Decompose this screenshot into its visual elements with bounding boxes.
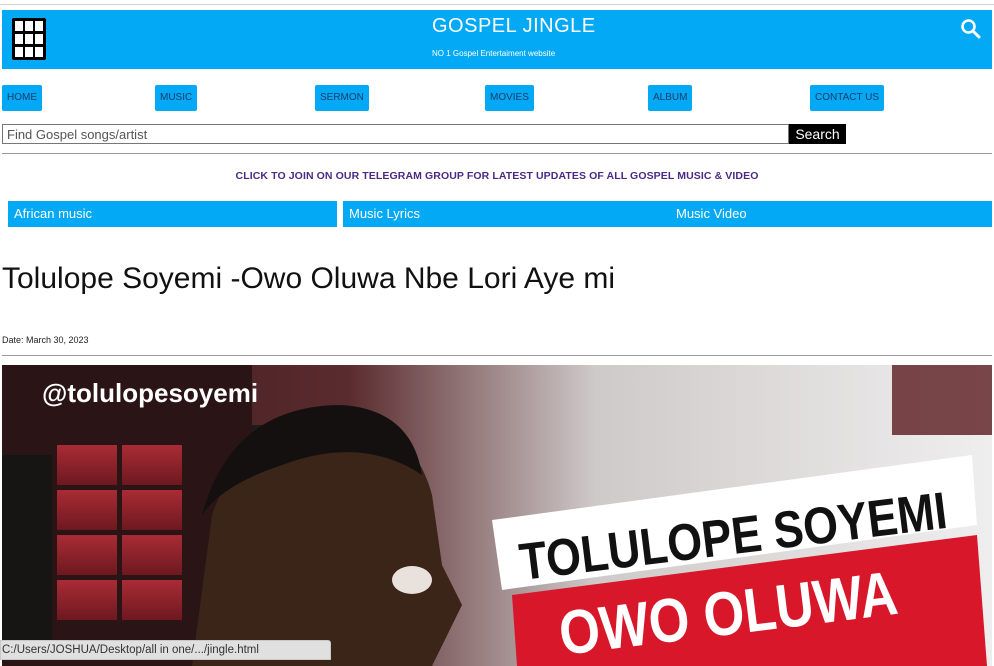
browser-top-line	[0, 0, 994, 5]
nav-contact-us[interactable]: CONTACT US	[810, 85, 885, 111]
category-music-lyrics[interactable]: Music Lyrics	[343, 201, 672, 227]
post-featured-image[interactable]: @tolulopesoyemi TOLULOPE SOYEMI OWO OLUW…	[2, 365, 992, 666]
search-icon[interactable]	[960, 18, 982, 40]
search-input[interactable]	[2, 124, 789, 144]
image-handle-text: @tolulopesoyemi	[42, 378, 258, 408]
category-music-video[interactable]: Music Video	[670, 201, 992, 227]
nav-movies[interactable]: MOVIES	[485, 85, 534, 111]
thumbnail-artwork: @tolulopesoyemi TOLULOPE SOYEMI OWO OLUW…	[2, 365, 992, 666]
grid-menu-icon[interactable]	[12, 18, 46, 60]
nav-sermon[interactable]: SERMON	[315, 85, 369, 111]
telegram-join-link[interactable]: CLICK TO JOIN ON OUR TELEGRAM GROUP FOR …	[0, 170, 994, 182]
search-button[interactable]: Search	[789, 124, 846, 144]
category-african-music[interactable]: African music	[8, 201, 337, 227]
nav-music[interactable]: MUSIC	[155, 85, 198, 111]
post-date: Date: March 30, 2023	[2, 335, 89, 345]
nav-home[interactable]: HOME	[2, 85, 42, 111]
browser-status-url: C:/Users/JOSHUA/Desktop/all in one/.../j…	[0, 640, 331, 660]
nav-album[interactable]: ALBUM	[648, 85, 693, 111]
divider	[2, 153, 992, 154]
post-title: Tolulope Soyemi -Owo Oluwa Nbe Lori Aye …	[2, 262, 616, 295]
site-title[interactable]: GOSPEL JINGLE	[432, 15, 596, 38]
divider	[2, 355, 992, 356]
site-subtitle: NO 1 Gospel Entertaiment website	[432, 49, 556, 58]
site-header: GOSPEL JINGLE NO 1 Gospel Entertaiment w…	[2, 10, 992, 69]
